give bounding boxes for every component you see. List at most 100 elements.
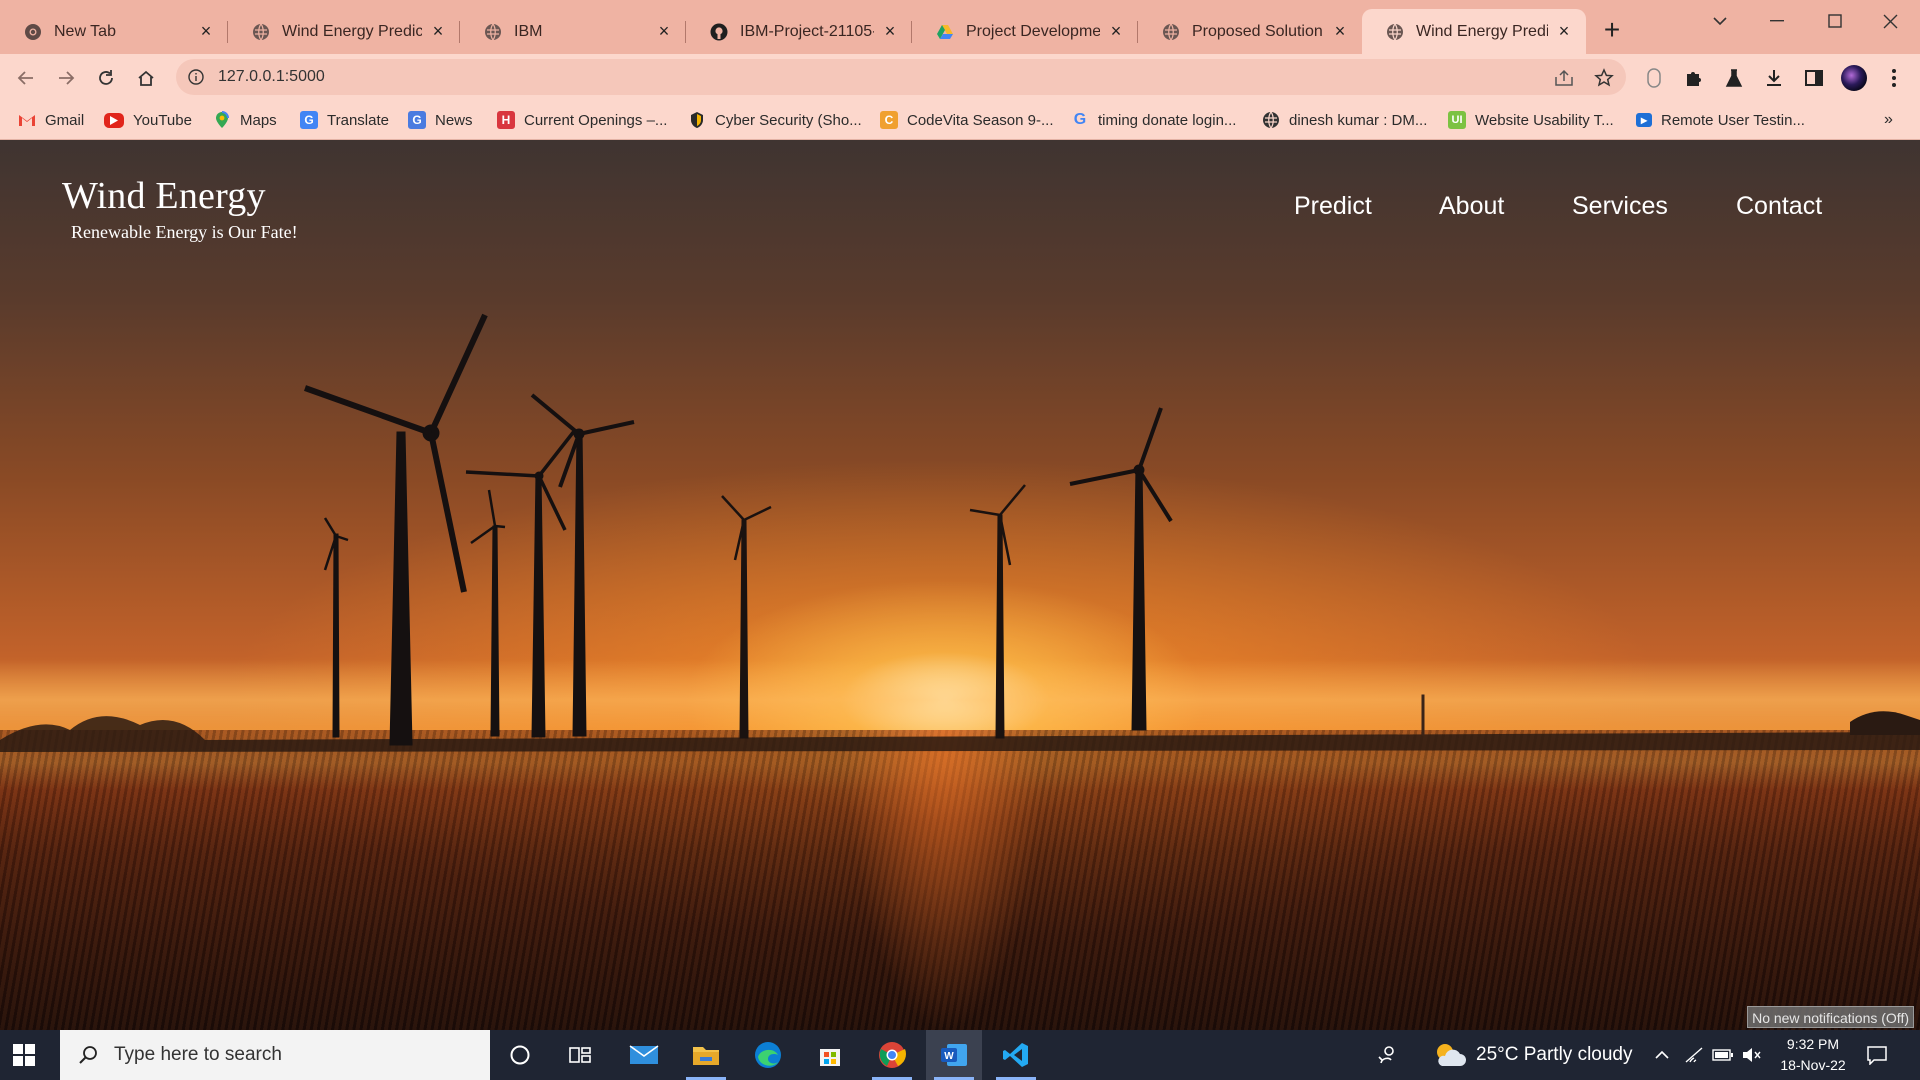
bookmark-maps[interactable]: Maps [213,108,277,132]
weather-widget[interactable]: 25°C Partly cloudy [1432,1030,1633,1080]
bookmark-label: News [435,111,473,129]
profile-avatar[interactable] [1840,64,1868,92]
labs-flask-icon[interactable] [1720,64,1748,92]
close-icon[interactable]: × [1330,21,1350,42]
nav-contact[interactable]: Contact [1736,192,1822,221]
bookmarks-bar: Gmail YouTube Maps G Translate G News H … [0,100,1920,140]
cortana-icon[interactable] [492,1030,548,1080]
maps-icon [213,111,231,129]
close-icon[interactable]: × [196,21,216,42]
address-bar[interactable]: 127.0.0.1:5000 [176,59,1626,95]
tab-wind-energy-1[interactable]: Wind Energy Predictio × [228,9,460,54]
site-title[interactable]: Wind Energy [62,174,298,218]
bookmark-label: Current Openings –... [524,111,668,129]
microsoft-store-icon[interactable] [802,1030,858,1080]
bookmark-translate[interactable]: G Translate [300,108,389,132]
bookmarks-overflow-icon[interactable]: » [1884,108,1893,132]
url-text[interactable]: 127.0.0.1:5000 [218,68,325,86]
svg-text:W: W [944,1051,954,1062]
download-icon[interactable] [1760,64,1788,92]
reload-icon[interactable] [92,64,120,92]
tab-wind-energy-active[interactable]: Wind Energy Predictio × [1362,9,1586,54]
action-center-icon[interactable] [1866,1030,1888,1080]
side-panel-icon[interactable] [1800,64,1828,92]
back-icon[interactable] [12,64,40,92]
translate-icon: G [300,111,318,129]
chrome-beta-icon[interactable] [864,1030,920,1080]
github-icon [710,23,728,41]
site-info-icon[interactable] [186,67,206,87]
close-window-icon[interactable] [1870,8,1910,34]
wifi-icon[interactable] [1684,1030,1704,1080]
hero-section: Wind Energy Renewable Energy is Our Fate… [0,140,1920,1030]
close-icon[interactable]: × [654,21,674,42]
tab-project-development[interactable]: Project Development × [912,9,1138,54]
bookmark-youtube[interactable]: YouTube [104,108,192,132]
mail-icon[interactable] [616,1030,672,1080]
globe-icon [252,23,270,41]
tab-title: Wind Energy Predictio [1416,22,1548,40]
taskbar-clock[interactable]: 9:32 PM 18-Nov-22 [1770,1034,1856,1076]
bookmark-cyber-security[interactable]: Cyber Security (Sho... [688,108,862,132]
file-explorer-icon[interactable] [678,1030,734,1080]
show-hidden-icons-icon[interactable] [1654,1030,1670,1080]
tab-github-project[interactable]: IBM-Project-21105-16 × [686,9,912,54]
task-view-icon[interactable] [552,1030,608,1080]
battery-icon[interactable] [1712,1030,1734,1080]
forward-icon[interactable] [52,64,80,92]
bookmark-timing-donate[interactable]: G timing donate login... [1071,108,1237,132]
bookmark-current-openings[interactable]: H Current Openings –... [497,108,667,132]
home-icon[interactable] [132,64,160,92]
vscode-icon[interactable] [988,1030,1044,1080]
remote-testing-icon: ▸ [1636,113,1652,127]
ui-bookmark-icon: UI [1448,111,1466,129]
bookmark-label: Cyber Security (Sho... [715,111,862,129]
close-icon[interactable]: × [1106,21,1126,42]
nav-about[interactable]: About [1439,192,1504,221]
close-icon[interactable]: × [428,21,448,42]
tab-proposed-solution[interactable]: Proposed Solution ph × [1138,9,1362,54]
wind-turbines-image [0,313,1920,752]
extensions-puzzle-icon[interactable] [1680,64,1708,92]
weather-text: 25°C Partly cloudy [1476,1044,1633,1065]
bookmark-star-icon[interactable] [1592,66,1616,90]
chrome-icon [24,23,42,41]
google-drive-icon [936,23,954,41]
bookmark-remote-user-testing[interactable]: ▸ Remote User Testin... [1636,108,1805,132]
tab-ibm[interactable]: IBM × [460,9,686,54]
codevita-icon: C [880,111,898,129]
extension-badge-icon[interactable] [1640,64,1668,92]
clock-date: 18-Nov-22 [1780,1057,1846,1073]
site-tagline: Renewable Energy is Our Fate! [71,222,298,242]
close-icon[interactable]: × [880,21,900,42]
maximize-icon[interactable] [1815,8,1855,34]
menu-kebab-icon[interactable] [1880,64,1908,92]
bookmark-gmail[interactable]: Gmail [18,108,84,132]
close-icon[interactable]: × [1554,21,1574,42]
volume-muted-icon[interactable] [1742,1030,1762,1080]
bookmark-label: Remote User Testin... [1661,111,1805,129]
tab-search-icon[interactable] [1700,8,1740,34]
bookmark-codevita[interactable]: C CodeVita Season 9-... [880,108,1053,132]
nav-predict[interactable]: Predict [1294,192,1372,221]
nav-services[interactable]: Services [1572,192,1668,221]
tab-title: Project Development [966,22,1100,40]
bookmark-h-icon: H [497,111,515,129]
bookmark-dinesh-kumar[interactable]: dinesh kumar : DM... [1262,108,1427,132]
tab-new-tab[interactable]: New Tab × [0,9,228,54]
bookmark-label: Translate [327,111,389,129]
taskbar-search[interactable]: Type here to search [60,1030,490,1080]
minimize-icon[interactable] [1757,8,1797,34]
bookmark-news[interactable]: G News [408,108,473,132]
word-icon[interactable]: W [926,1030,982,1080]
bookmark-label: Maps [240,111,277,129]
search-placeholder: Type here to search [114,1044,282,1065]
windows-start-icon[interactable] [12,1043,36,1067]
people-icon[interactable] [1376,1030,1398,1080]
new-tab-button[interactable]: + [1598,16,1626,45]
edge-icon[interactable] [740,1030,796,1080]
site-brand[interactable]: Wind Energy Renewable Energy is Our Fate… [62,174,298,243]
bookmark-website-usability[interactable]: UI Website Usability T... [1448,108,1614,132]
tab-title: IBM [514,22,543,40]
share-icon[interactable] [1552,66,1576,90]
